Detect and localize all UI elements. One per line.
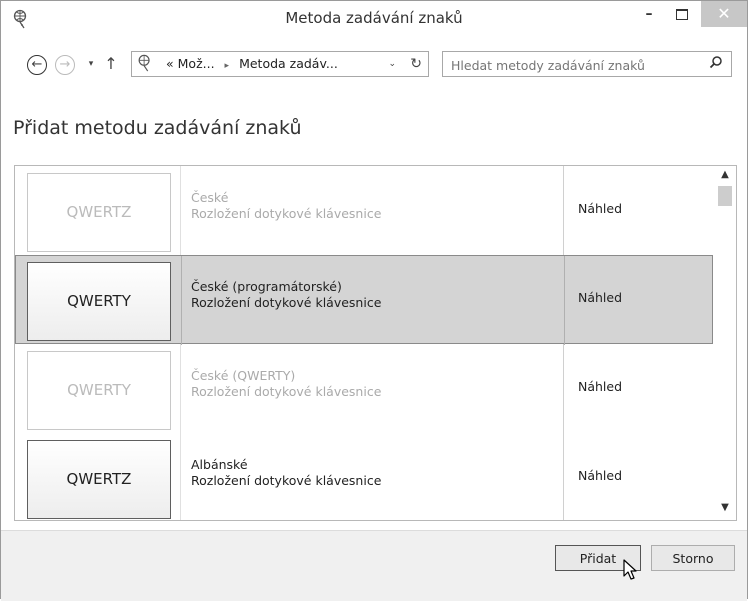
column-divider bbox=[563, 433, 564, 520]
column-divider bbox=[564, 256, 565, 345]
search-input[interactable] bbox=[449, 53, 703, 77]
layout-name: Albánské bbox=[191, 457, 248, 472]
list-item[interactable]: QWERTY České (QWERTY) Rozložení dotykové… bbox=[15, 344, 713, 433]
dialog-window: Metoda zadávání znaků – ✕ ← → ▾ ↑ « Mož.… bbox=[0, 0, 748, 601]
list-item-selected[interactable]: QWERTY České (programátorské) Rozložení … bbox=[15, 255, 713, 345]
column-divider bbox=[180, 433, 181, 520]
recent-locations-dropdown[interactable]: ▾ bbox=[81, 55, 101, 75]
main-content: Přidat metodu zadávání znaků QWERTZ Česk… bbox=[1, 89, 747, 530]
layout-name: České (programátorské) bbox=[191, 279, 342, 294]
layout-name: České bbox=[191, 190, 229, 205]
column-divider bbox=[563, 344, 564, 433]
maximize-icon bbox=[676, 8, 688, 20]
breadcrumb-separator[interactable]: ▸ bbox=[225, 61, 230, 71]
back-button[interactable]: ← bbox=[27, 55, 47, 75]
keyboard-preview: QWERTZ bbox=[27, 440, 171, 519]
close-button[interactable]: ✕ bbox=[701, 1, 747, 27]
input-method-list[interactable]: QWERTZ České Rozložení dotykové klávesni… bbox=[14, 165, 737, 521]
scroll-thumb[interactable] bbox=[718, 186, 732, 206]
breadcrumb-item-input-method[interactable]: Metoda zadáv... bbox=[239, 56, 338, 71]
list-item-info: České (programátorské) Rozložení dotykov… bbox=[191, 279, 381, 311]
scroll-up-arrow[interactable]: ▲ bbox=[714, 169, 736, 180]
column-divider bbox=[180, 166, 181, 255]
preview-link[interactable]: Náhled bbox=[578, 468, 622, 483]
keyboard-preview: QWERTY bbox=[27, 262, 171, 341]
breadcrumb-item-options[interactable]: Mož... bbox=[178, 56, 215, 71]
address-dropdown-button[interactable]: ⌄ bbox=[388, 52, 396, 76]
navigation-bar: ← → ▾ ↑ « Mož... ▸ Metoda zadáv... ⌄ ↻ bbox=[1, 39, 747, 89]
search-icon[interactable] bbox=[709, 55, 723, 69]
keyboard-preview: QWERTZ bbox=[27, 173, 171, 252]
up-button[interactable]: ↑ bbox=[101, 55, 121, 75]
address-bar[interactable]: « Mož... ▸ Metoda zadáv... ⌄ ↻ bbox=[131, 51, 429, 77]
list-item-info: Albánské Rozložení dotykové klávesnice bbox=[191, 457, 381, 489]
keyboard-preview: QWERTY bbox=[27, 351, 171, 430]
column-divider bbox=[563, 166, 564, 255]
list-item[interactable]: QWERTZ Albánské Rozložení dotykové kláve… bbox=[15, 433, 713, 520]
title-bar: Metoda zadávání znaků – ✕ bbox=[1, 1, 747, 39]
page-title: Přidat metodu zadávání znaků bbox=[13, 117, 302, 139]
refresh-button[interactable]: ↻ bbox=[410, 52, 422, 76]
breadcrumb: « Mož... ▸ Metoda zadáv... bbox=[166, 52, 338, 78]
list-item-info: České (QWERTY) Rozložení dotykové kláves… bbox=[191, 368, 381, 400]
preview-link[interactable]: Náhled bbox=[578, 201, 622, 216]
layout-description: Rozložení dotykové klávesnice bbox=[191, 384, 382, 399]
layout-name: České (QWERTY) bbox=[191, 368, 296, 383]
scroll-down-arrow[interactable]: ▼ bbox=[714, 502, 736, 513]
preview-link[interactable]: Náhled bbox=[578, 379, 622, 394]
list-item[interactable]: QWERTZ České Rozložení dotykové klávesni… bbox=[15, 166, 713, 255]
vertical-scrollbar[interactable]: ▲ ▼ bbox=[714, 166, 736, 520]
keyboard-language-icon bbox=[136, 52, 154, 81]
minimize-button[interactable]: – bbox=[634, 1, 664, 27]
maximize-button[interactable] bbox=[667, 1, 697, 27]
cancel-button[interactable]: Storno bbox=[651, 545, 735, 571]
breadcrumb-overflow[interactable]: « bbox=[166, 56, 174, 71]
column-divider bbox=[181, 256, 182, 345]
mouse-cursor-icon bbox=[623, 559, 637, 580]
preview-link[interactable]: Náhled bbox=[578, 290, 622, 305]
search-box bbox=[442, 51, 732, 77]
list-item-info: České Rozložení dotykové klávesnice bbox=[191, 190, 381, 222]
forward-button[interactable]: → bbox=[55, 55, 75, 75]
layout-description: Rozložení dotykové klávesnice bbox=[191, 295, 382, 310]
dialog-footer: Přidat Storno bbox=[1, 530, 747, 601]
column-divider bbox=[180, 344, 181, 433]
layout-description: Rozložení dotykové klávesnice bbox=[191, 206, 382, 221]
layout-description: Rozložení dotykové klávesnice bbox=[191, 473, 382, 488]
